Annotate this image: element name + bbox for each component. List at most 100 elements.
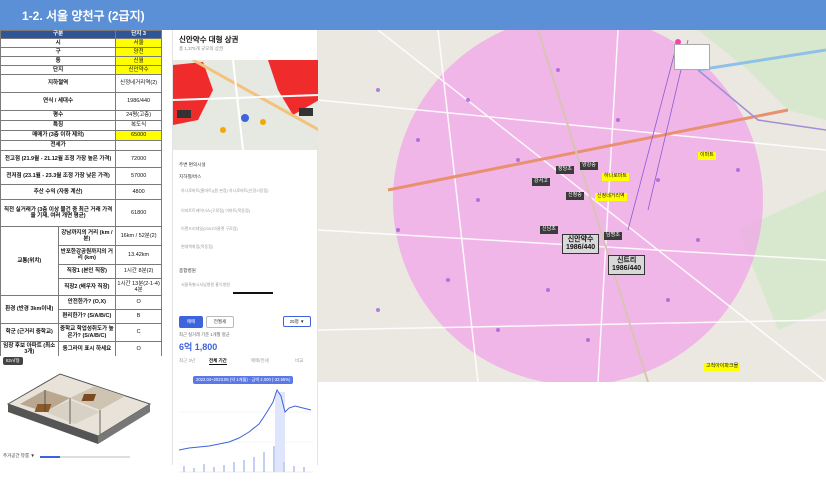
row-value: 서울 [115, 38, 162, 48]
trade-button[interactable]: 매매 [179, 316, 203, 328]
amenity-item[interactable]: 이마트트레이더스(구로점) 이마트(목동점) [181, 208, 250, 214]
complex-name: 신안약수 [567, 236, 594, 243]
map-canvas[interactable] [318, 30, 826, 382]
row-value: 신안약수 [115, 65, 162, 75]
row-label: 직전 실거래가 (3층 이상 물건 중 최근 거래 가격을 기재, 여러 개면 … [0, 199, 117, 227]
row-label: 직장2 (배우자 직장) [57, 278, 117, 296]
row-label: 연식 / 세대수 [0, 92, 117, 111]
row-label: 특징 [0, 120, 117, 131]
complex-marker[interactable]: 신트리 1986/440 [608, 255, 646, 276]
property-table: 구분 단지 3 시 서울 구 양천 동 신월 단지 신안약수 지하철역 신정네거리역(2)… [0, 30, 162, 357]
row-value: B [115, 309, 162, 324]
price-value: 6억 1,800 [179, 342, 218, 352]
map-pill: 신정중 [566, 192, 584, 200]
row-value: 13.42km [115, 245, 162, 265]
map-pill: 남명초 [604, 232, 622, 240]
map-pill: 고척아이파크몰 [704, 363, 741, 371]
row-label: 전고점 (21.9월 - 21.12월 조정 가장 높은 가격) [0, 150, 117, 168]
map-legend [674, 44, 710, 70]
panel-title: 신안약수 대형 상권 [179, 35, 239, 44]
rent-button[interactable]: 전월세 [206, 316, 234, 328]
transport-group-label: 교통(위치) [0, 226, 59, 296]
floor-plan: 82㎡형 주거공간 뷰룸 ▼ [0, 356, 162, 465]
row-value: 16km / 52분(2) [115, 226, 162, 246]
row-value: 신월 [115, 56, 162, 66]
row-value: 65000 [115, 130, 162, 141]
col-header: 구분 [0, 30, 117, 39]
amenity-item[interactable]: 이랜드리테일(2001아울렛 구로점) [181, 226, 238, 232]
amenity-item[interactable]: 하나로마트(홈마트)(원 본점) 하나로마트(신정시장점) [181, 188, 269, 194]
panel-subtitle: 총 1,375개 규모의 상권 [179, 46, 223, 51]
row-label: 매매가 (3층 이하 제외) [0, 130, 117, 141]
row-label: 전세가 [0, 140, 117, 151]
row-label: 편리한가? (S/A/B/C) [57, 309, 117, 324]
row-value: 신정네거리역(2) [115, 74, 162, 93]
subway-label: 지하철/버스 [179, 174, 202, 179]
row-label: 직장1 (본인 직장) [57, 264, 117, 279]
map-pill: 강서고 [532, 178, 550, 186]
area-map[interactable]: 장당초 양강중 하나로마트 이마트 강서고 신정중 신정네거리역 신남초 남명초… [318, 30, 826, 382]
blank-area [318, 382, 826, 465]
row-value: O [115, 341, 162, 357]
map-pill: 이마트 [698, 152, 716, 160]
row-label: 구 [0, 47, 117, 57]
map-pill: 양강중 [580, 162, 598, 170]
environment-group-label: 환경 (반경 3km이내) [0, 295, 59, 324]
row-label: 동 [0, 56, 117, 66]
hospital-heading: 종합병원 [179, 268, 196, 273]
row-value: 1시간 13분(2-1-4) 4분 [115, 278, 162, 296]
row-value: 57000 [115, 167, 162, 185]
row-value: C [115, 323, 162, 342]
complex-marker[interactable]: 신안약수 1986/440 [562, 234, 600, 255]
row-label: 동그라미 표시 하세요 [57, 341, 117, 357]
commercial-panel: 신안약수 대형 상권 총 1,375개 규모의 상권 주변 편의시설 지하철/버… [172, 30, 319, 473]
row-label: 반포한강공원까지의 거리 (km) [57, 245, 117, 265]
map-pill: 신남초 [540, 226, 558, 234]
price-history-chart[interactable] [179, 372, 313, 490]
row-label: 안전한가? (O,X) [57, 295, 117, 310]
row-value: 4800 [115, 184, 162, 200]
row-label: 단지 [0, 65, 117, 75]
price-caption: 최근 실거래 기준 1개월 평균 [179, 332, 230, 337]
hospital-item[interactable]: 서울특별시서남병원 홍익병원 [181, 282, 230, 288]
row-value: 1986/440 [115, 92, 162, 111]
page-title: 1-2. 서울 양천구 (2급지) [22, 9, 145, 23]
row-label: 평수 [0, 110, 117, 121]
row-label: 시 [0, 38, 117, 48]
chart-tooltip: 2022.04~2023.05 (약 1개월) · 금액 2,000 (-32.… [193, 376, 294, 384]
floor-plan-image [6, 373, 152, 444]
row-label: 전저점 (23.1월 - 23.3월 조정 가장 낮은 가격) [0, 167, 117, 185]
apartment-group-label: 임장 후보 아파트 (최소 3개) [0, 341, 59, 357]
school-group-label: 학군 (근거리 중학교) [0, 323, 59, 342]
amenities-heading: 주변 편의시설 [179, 162, 206, 167]
row-label: 추산 수익 (자동 계산) [0, 184, 117, 200]
row-value: 24평(고층) [115, 110, 162, 121]
map-pill: 장당초 [556, 166, 574, 174]
tab-3-years[interactable]: 최근 3년 [179, 358, 195, 364]
map-pill: 하나로마트 [602, 173, 630, 181]
row-label: 지하철역 [0, 74, 117, 93]
row-value: O [115, 295, 162, 310]
row-value: 72000 [115, 150, 162, 168]
row-value [115, 140, 162, 151]
col-value-header: 단지 3 [115, 30, 162, 39]
page-header: 1-2. 서울 양천구 (2급지) [0, 0, 826, 30]
tab-compare[interactable]: 비교 [295, 358, 303, 364]
row-value: 61800 [115, 199, 162, 227]
complex-info: 1986/440 [612, 265, 642, 273]
tab-all-period[interactable]: 전체 기간 [209, 358, 227, 365]
complex-name: 신트리 [616, 257, 637, 264]
complex-info: 1986/440 [566, 244, 596, 252]
amenity-item[interactable]: 현대백화점(목동점) [181, 244, 213, 250]
area-select[interactable]: 25평 ▼ [283, 316, 311, 327]
row-label: 강남까지의 거리 (km / 분) [57, 226, 117, 246]
map-pill: 신정네거리역 [595, 193, 627, 201]
hospital-underline [233, 292, 273, 294]
row-value: 양천 [115, 47, 162, 57]
period-tabs: 최근 3년 전체 기간 매매/전세 비교 [179, 358, 313, 368]
floor-plan-footer[interactable]: 주거공간 뷰룸 ▼ [3, 453, 35, 459]
row-value: 복도식 [115, 120, 162, 131]
tab-trade-rent[interactable]: 매매/전세 [251, 358, 269, 364]
mini-map[interactable] [173, 60, 319, 150]
floor-plan-slider[interactable] [40, 456, 130, 458]
